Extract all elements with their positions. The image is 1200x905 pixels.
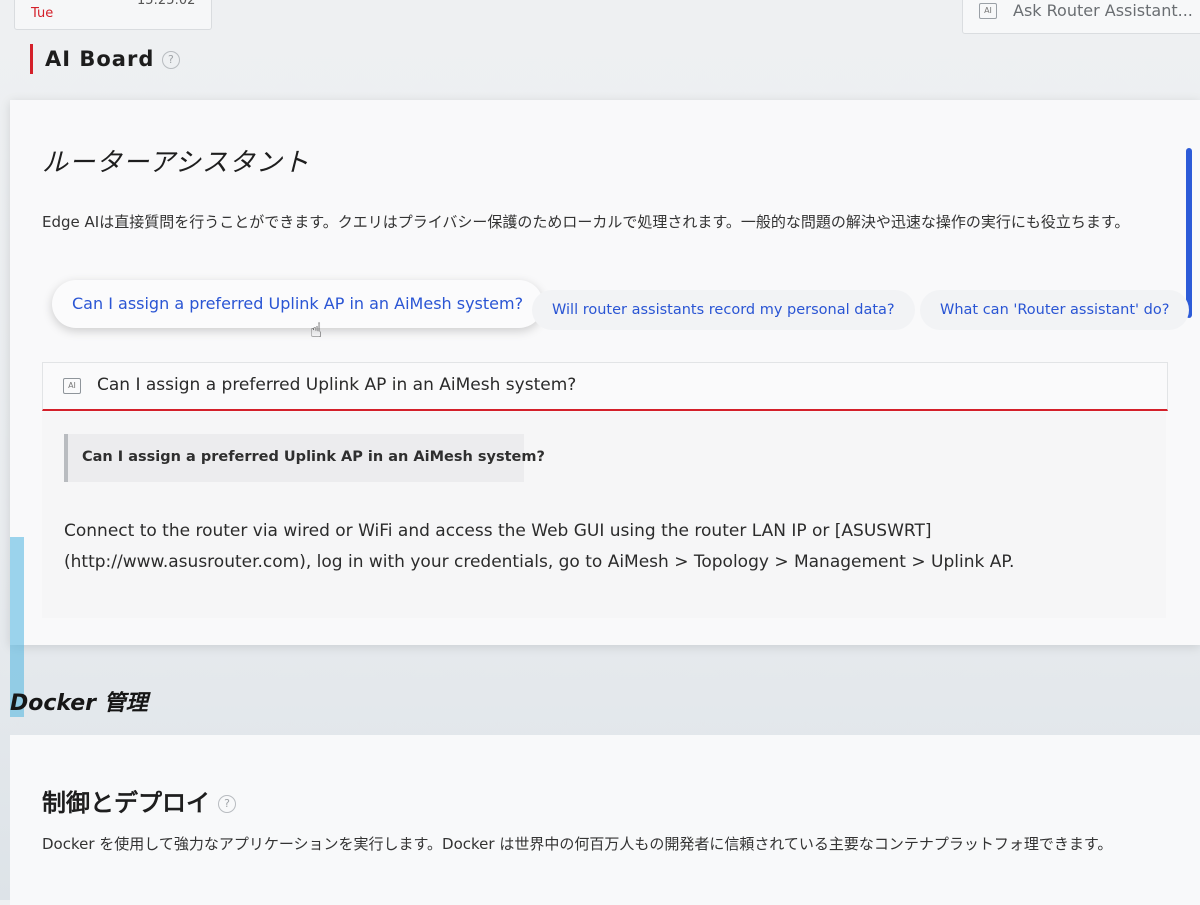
- clock-day: Tue: [31, 6, 54, 21]
- clock-time: 15:25:02: [137, 0, 196, 8]
- docker-heading-text: 制御とデプロイ: [42, 789, 210, 817]
- query-bar[interactable]: AI Can I assign a preferred Uplink AP in…: [42, 362, 1168, 411]
- section-title: AI Board?: [30, 44, 181, 74]
- query-text: Can I assign a preferred Uplink AP in an…: [97, 375, 577, 395]
- docker-section-title: Docker 管理: [10, 691, 148, 716]
- section-title-text: AI Board: [45, 47, 155, 71]
- mouse-pointer-icon: ☝: [310, 318, 323, 342]
- answer-text: Connect to the router via wired or WiFi …: [64, 521, 1015, 572]
- docker-heading: 制御とデプロイ?: [42, 783, 236, 818]
- answer-quote-text: Can I assign a preferred Uplink AP in an…: [82, 449, 545, 465]
- router-assistant-card: ルーターアシスタント Edge AIは直接質問を行うことができます。クエリはプラ…: [10, 100, 1200, 717]
- scrollbar[interactable]: [1186, 148, 1192, 318]
- docker-card: 制御とデプロイ? Docker を使用して強力なアプリケーションを実行します。D…: [10, 735, 1200, 905]
- suggestion-chip-capabilities[interactable]: What can 'Router assistant' do?: [920, 290, 1190, 330]
- suggestion-chip-personal-data[interactable]: Will router assistants record my persona…: [532, 290, 915, 330]
- clock-widget: 15:25:02 Tue: [14, 0, 212, 30]
- assistant-description: Edge AIは直接質問を行うことができます。クエリはプライバシー保護のためロー…: [42, 213, 1130, 231]
- help-icon[interactable]: ?: [218, 795, 236, 813]
- suggestion-chip-uplink[interactable]: Can I assign a preferred Uplink AP in an…: [52, 280, 544, 328]
- ai-chip-icon: AI: [63, 378, 81, 394]
- ask-router-assistant-label: Ask Router Assistant...: [1013, 1, 1193, 20]
- assistant-heading: ルーターアシスタント: [42, 148, 310, 178]
- answer-quote: Can I assign a preferred Uplink AP in an…: [64, 434, 545, 482]
- help-icon[interactable]: ?: [162, 51, 181, 69]
- ai-chip-icon: AI: [979, 3, 997, 19]
- docker-description: Docker を使用して強力なアプリケーションを実行します。Docker は世界…: [42, 835, 1113, 853]
- answer-panel: Can I assign a preferred Uplink AP in an…: [42, 412, 1166, 618]
- ask-router-assistant-button[interactable]: AI Ask Router Assistant...: [962, 0, 1200, 34]
